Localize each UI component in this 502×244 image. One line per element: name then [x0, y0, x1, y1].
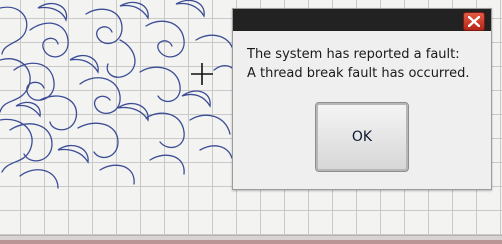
quilt-pattern-design	[0, 0, 237, 189]
fault-message: The system has reported a fault: A threa…	[247, 45, 483, 83]
quilting-canvas[interactable]: The system has reported a fault: A threa…	[0, 0, 502, 244]
ok-button[interactable]: OK	[315, 102, 409, 172]
close-x-icon	[468, 16, 480, 27]
fault-dialog: The system has reported a fault: A threa…	[232, 8, 492, 190]
crosshair-cursor-icon	[191, 63, 213, 85]
fault-message-line-2: A thread break fault has occurred.	[247, 66, 470, 81]
dialog-titlebar	[233, 9, 491, 31]
fault-message-line-1: The system has reported a fault:	[247, 47, 460, 62]
bottom-bar	[0, 240, 502, 244]
close-button[interactable]	[463, 12, 485, 31]
